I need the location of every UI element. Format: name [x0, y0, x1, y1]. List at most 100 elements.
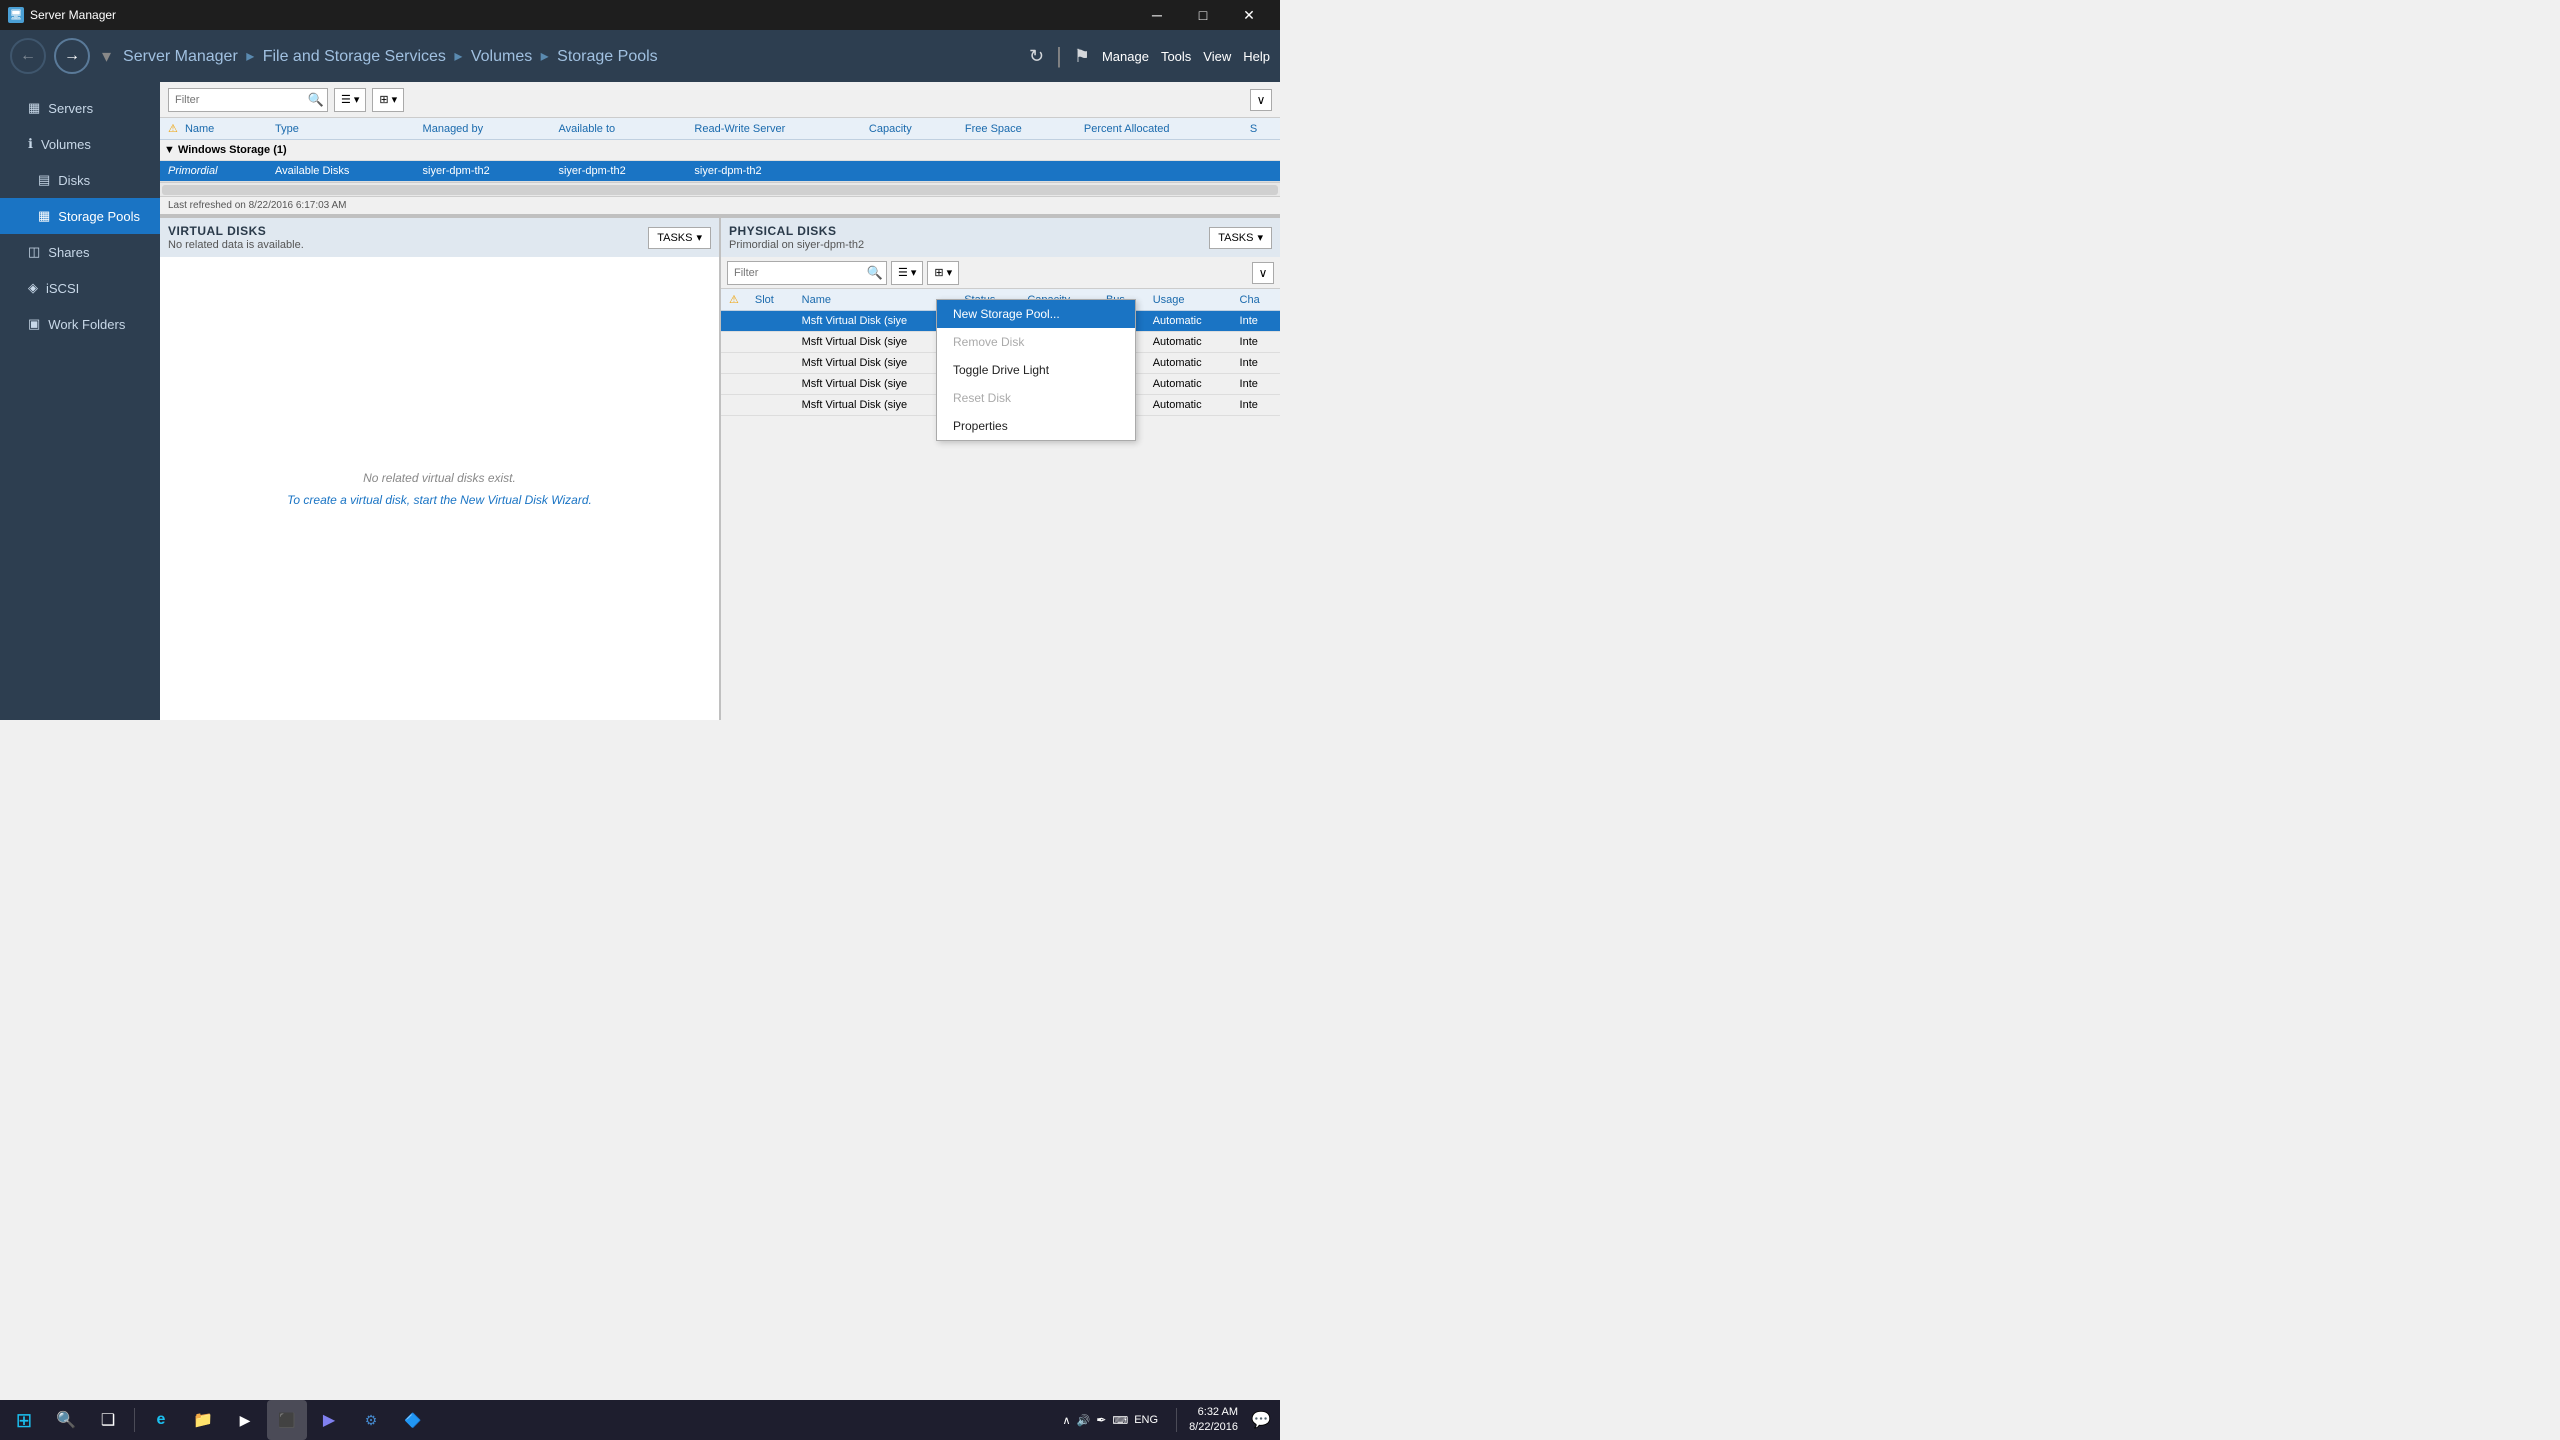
physical-disks-tasks-btn[interactable]: TASKS ▾ [1209, 227, 1272, 249]
phys-cell-warn [721, 311, 747, 332]
main-layout: ▦ Servers ℹ Volumes ▤ Disks ▦ Storage Po… [0, 82, 1280, 720]
breadcrumb-part1[interactable]: Server Manager [123, 48, 238, 65]
col-rw-server[interactable]: Read-Write Server [686, 118, 861, 140]
taskbar-clock[interactable]: 6:32 AM 8/22/2016 [1189, 1405, 1238, 1436]
phys-col-name[interactable]: Name [794, 289, 957, 311]
phys-cell-name: Msft Virtual Disk (siye [794, 332, 957, 353]
col-percent-allocated[interactable]: Percent Allocated [1076, 118, 1242, 140]
create-virtual-disk-link[interactable]: To create a virtual disk, start the New … [287, 493, 592, 507]
input-method-icon[interactable]: ✒ [1096, 1413, 1106, 1427]
phys-col-usage[interactable]: Usage [1145, 289, 1232, 311]
expand-btn[interactable]: ∨ [1250, 89, 1272, 111]
breadcrumb-part4[interactable]: Storage Pools [557, 48, 658, 65]
phys-col-slot[interactable]: Slot [747, 289, 794, 311]
keyboard-icon[interactable]: ⌨ [1112, 1414, 1128, 1427]
breadcrumb-part2[interactable]: File and Storage Services [263, 48, 446, 65]
file-explorer-icon: 📁 [193, 1410, 213, 1430]
virtual-disks-header: VIRTUAL DISKS No related data is availab… [160, 218, 719, 257]
virtual-disks-tasks-btn[interactable]: TASKS ▾ [648, 227, 711, 249]
context-menu-item-new-storage-pool[interactable]: New Storage Pool... [937, 300, 1135, 328]
sidebar-item-shares[interactable]: ◫ Shares [0, 234, 160, 270]
disks-icon: ▤ [38, 172, 50, 188]
close-button[interactable]: ✕ [1226, 0, 1272, 30]
taskbar: ⊞ 🔍 ❑ e 📁 ▶ ⬛ ▶ ⚙ 🔷 ∧ 🔊 ✒ ⌨ ENG 6:32 AM [0, 1400, 1280, 1440]
title-bar: 🖥 Server Manager ─ □ ✕ [0, 0, 1280, 30]
sort-btn[interactable]: ⊞ ▾ [372, 88, 404, 112]
context-menu-item-properties[interactable]: Properties [937, 412, 1135, 440]
col-name[interactable]: ⚠ Name [160, 118, 267, 140]
phys-col-warn: ⚠ [721, 289, 747, 311]
nav-dropdown[interactable]: ▾ [102, 46, 111, 67]
notification-icon: 💬 [1251, 1410, 1271, 1430]
app2-button[interactable]: 🔷 [393, 1400, 433, 1440]
no-data-message: No related virtual disks exist. [363, 471, 516, 485]
context-menu-item-reset-disk: Reset Disk [937, 384, 1135, 412]
cell-free-space [957, 161, 1076, 182]
collapse-icon[interactable]: ▼ [164, 144, 175, 156]
app1-icon: ⚙ [365, 1412, 378, 1429]
sidebar-item-label: Storage Pools [58, 209, 140, 224]
sidebar-item-volumes[interactable]: ℹ Volumes [0, 126, 160, 162]
back-button[interactable]: ← [10, 38, 46, 74]
maximize-button[interactable]: □ [1180, 0, 1226, 30]
phys-cell-slot [747, 311, 794, 332]
tools-menu[interactable]: Tools [1161, 49, 1191, 64]
phys-sort-btn[interactable]: ⊞ ▾ [927, 261, 959, 285]
virtual-disks-title: VIRTUAL DISKS [168, 224, 304, 238]
refresh-button[interactable]: ↻ [1029, 46, 1044, 67]
phys-view-btn[interactable]: ☰ ▾ [891, 261, 923, 285]
col-s[interactable]: S [1242, 118, 1280, 140]
phys-expand-btn[interactable]: ∨ [1252, 262, 1274, 284]
sidebar-item-storage-pools[interactable]: ▦ Storage Pools [0, 198, 160, 234]
phys-col-cha[interactable]: Cha [1232, 289, 1280, 311]
cmd-button[interactable]: ⬛ [267, 1400, 307, 1440]
volume-icon[interactable]: 🔊 [1077, 1414, 1091, 1427]
sidebar-item-disks[interactable]: ▤ Disks [0, 162, 160, 198]
col-free-space[interactable]: Free Space [957, 118, 1076, 140]
language-label[interactable]: ENG [1134, 1414, 1158, 1426]
dropdown-icon: ▾ [354, 93, 360, 106]
cmd-icon: ⬛ [278, 1412, 295, 1429]
start-button[interactable]: ⊞ [4, 1400, 44, 1440]
sys-tray-chevron[interactable]: ∧ [1063, 1414, 1071, 1427]
phys-filter-input[interactable] [727, 261, 887, 285]
media-button[interactable]: ▶ [225, 1400, 265, 1440]
sidebar-item-iscsi[interactable]: ◈ iSCSI [0, 270, 160, 306]
col-capacity[interactable]: Capacity [861, 118, 957, 140]
phys-cell-name: Msft Virtual Disk (siye [794, 311, 957, 332]
col-managed-by[interactable]: Managed by [415, 118, 551, 140]
table-row[interactable]: Primordial Available Disks siyer-dpm-th2… [160, 161, 1280, 182]
minimize-button[interactable]: ─ [1134, 0, 1180, 30]
workfolders-icon: ▣ [28, 316, 40, 332]
context-menu: New Storage Pool... Remove Disk Toggle D… [936, 299, 1136, 441]
search-button[interactable]: 🔍 [46, 1400, 86, 1440]
help-menu[interactable]: Help [1243, 49, 1270, 64]
task-view-button[interactable]: ❑ [88, 1400, 128, 1440]
flag-button[interactable]: ⚑ [1074, 46, 1090, 67]
sidebar-item-servers[interactable]: ▦ Servers [0, 90, 160, 126]
context-menu-item-toggle-drive-light[interactable]: Toggle Drive Light [937, 356, 1135, 384]
scrollbar-area[interactable] [160, 182, 1280, 196]
view-btn[interactable]: ☰ ▾ [334, 88, 366, 112]
cell-percent-allocated [1076, 161, 1242, 182]
notification-button[interactable]: 💬 [1246, 1400, 1276, 1440]
manage-menu[interactable]: Manage [1102, 49, 1149, 64]
warning-icon: ⚠ [168, 123, 178, 135]
app1-button[interactable]: ⚙ [351, 1400, 391, 1440]
edge-button[interactable]: e [141, 1400, 181, 1440]
context-item-label: Remove Disk [953, 335, 1024, 349]
sidebar-item-work-folders[interactable]: ▣ Work Folders [0, 306, 160, 342]
forward-button[interactable]: → [54, 38, 90, 74]
col-available-to[interactable]: Available to [550, 118, 686, 140]
phys-cell-usage: Automatic [1145, 374, 1232, 395]
phys-cell-cha: Inte [1232, 374, 1280, 395]
col-type[interactable]: Type [267, 118, 415, 140]
powershell-button[interactable]: ▶ [309, 1400, 349, 1440]
view-menu[interactable]: View [1203, 49, 1231, 64]
file-explorer-button[interactable]: 📁 [183, 1400, 223, 1440]
app2-icon: 🔷 [404, 1412, 421, 1429]
sidebar-item-label: Work Folders [48, 317, 125, 332]
breadcrumb-part3[interactable]: Volumes [471, 48, 532, 65]
phys-warn-icon: ⚠ [729, 294, 739, 306]
filter-input[interactable] [168, 88, 328, 112]
